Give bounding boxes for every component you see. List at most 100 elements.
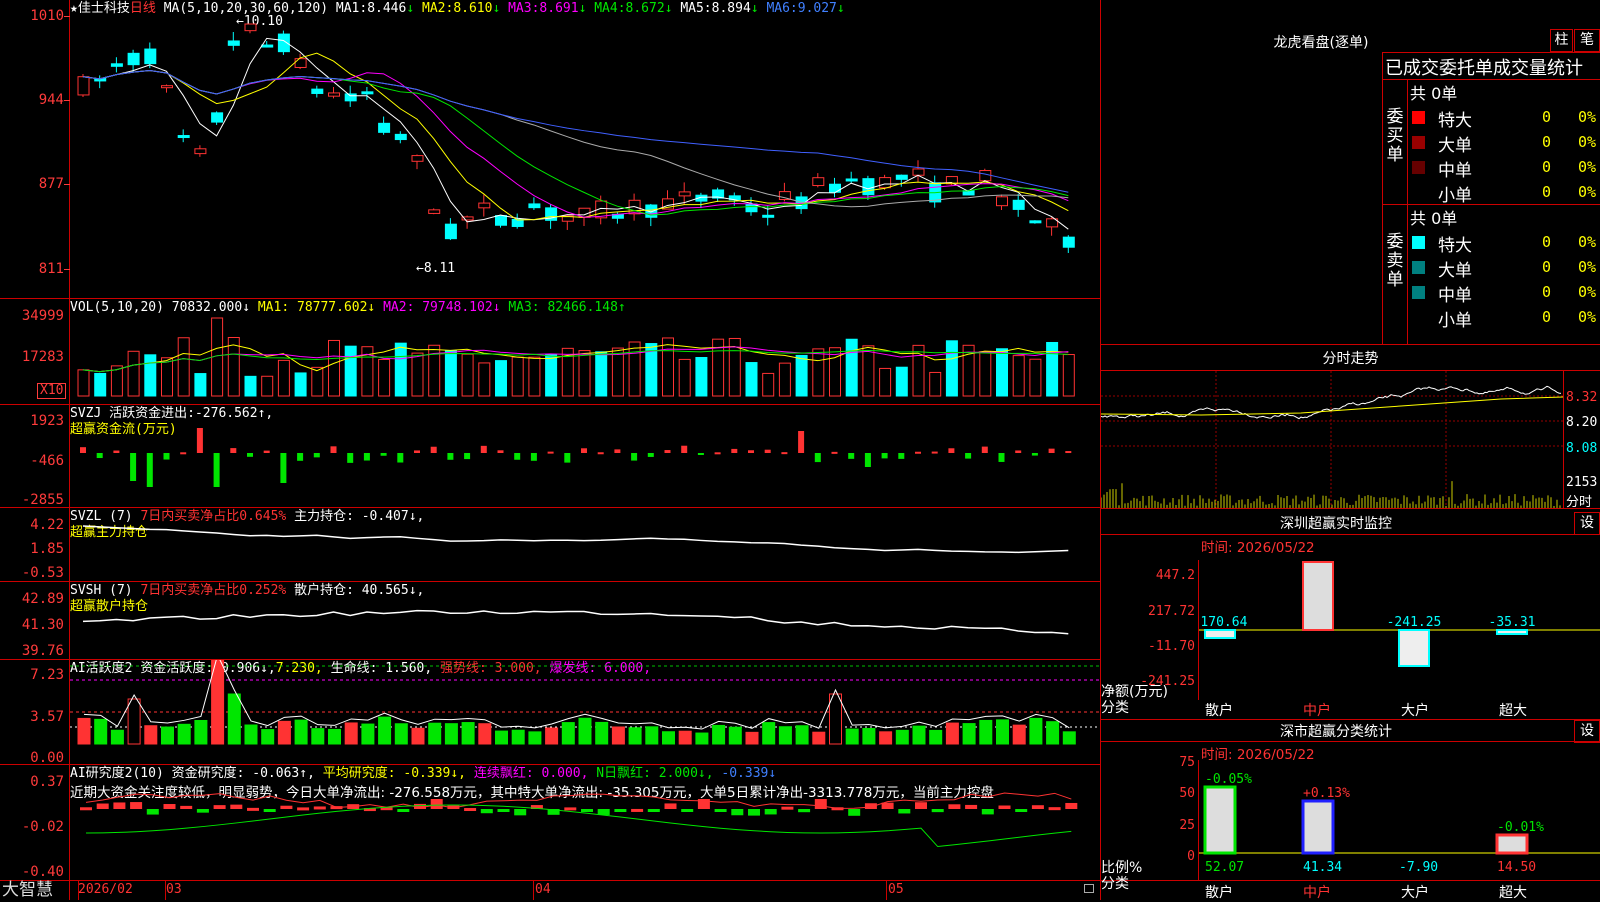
fund-flow-bar xyxy=(163,453,170,460)
candle xyxy=(862,178,875,196)
fund-flow-bar xyxy=(497,450,504,453)
sz-class-settings-button[interactable]: 设 xyxy=(1574,720,1600,743)
net-amount-value: -241.25 xyxy=(1387,615,1442,630)
volume-bar xyxy=(511,356,524,397)
sell-row-count: 0 xyxy=(1542,308,1552,326)
activity-bar xyxy=(662,731,675,745)
candle xyxy=(912,168,925,176)
activity-bar xyxy=(611,726,625,745)
kline-y-label: 877 xyxy=(38,176,64,192)
svzl-chart[interactable] xyxy=(70,508,1100,580)
volume-chart[interactable] xyxy=(70,316,1100,398)
sz-monitor-chart[interactable]: -170.64 447.2 -241.25 -35.31 xyxy=(1199,560,1600,700)
ai-active-y-label: 3.57 xyxy=(30,709,64,725)
vol-unit-badge: X10 xyxy=(37,383,67,399)
activity-bar xyxy=(862,728,876,745)
sz-monitor-settings-button[interactable]: 设 xyxy=(1574,512,1600,535)
research-bar xyxy=(263,809,276,812)
candle xyxy=(261,44,274,48)
svsh-chart[interactable] xyxy=(70,582,1100,658)
sell-row-count: 0 xyxy=(1542,233,1552,251)
activity-bar xyxy=(177,723,191,745)
sz-monitor-y-label: 447.2 xyxy=(1155,568,1195,583)
fund-flow-bar xyxy=(213,453,220,487)
fund-flow-bar xyxy=(1048,448,1055,453)
star-icon[interactable]: ★ xyxy=(70,1,78,16)
activity-bar xyxy=(595,721,609,745)
sz-monitor-y-label: 217.72 xyxy=(1148,604,1195,619)
stock-name[interactable]: 佳士科技 xyxy=(78,1,130,16)
activity-bar xyxy=(127,698,141,745)
activity-bar xyxy=(1062,731,1076,745)
activity-bar xyxy=(895,729,909,745)
research-bar xyxy=(764,809,777,815)
ai-active-chart[interactable] xyxy=(70,660,1100,763)
kline-chart[interactable] xyxy=(70,18,1100,296)
activity-bar xyxy=(328,728,341,745)
sz-monitor-category: 超大 xyxy=(1499,703,1527,719)
ai-research-y-label: -0.40 xyxy=(21,864,64,880)
activity-bar xyxy=(528,731,542,745)
volume-bar xyxy=(778,362,791,397)
candle xyxy=(996,196,1008,207)
period-label[interactable]: 日线 xyxy=(130,1,156,16)
volume-bar xyxy=(328,339,340,397)
research-bar xyxy=(196,809,209,813)
sz-class-chart[interactable]: -0.05% 52.07 +0.13% 41.34 -7.90 -0.01% 14.50 xyxy=(1199,760,1600,880)
candle xyxy=(979,170,992,182)
tick-mode-button[interactable]: 笔 xyxy=(1574,29,1600,52)
fund-flow-bar xyxy=(764,449,771,453)
ai-research-chart[interactable] xyxy=(70,765,1100,879)
kline-y-label: 1010 xyxy=(30,8,64,24)
candle xyxy=(328,92,340,97)
sz-class-category: 超大 xyxy=(1499,885,1527,901)
svsh-y-label: 41.30 xyxy=(21,617,64,633)
sell-row-name: 中单 xyxy=(1438,286,1472,306)
lock-icon[interactable] xyxy=(1084,884,1094,893)
ma3: MA3:8.691↓ xyxy=(508,1,587,16)
activity-bar xyxy=(845,728,859,745)
vol-header: VOL(5,10,20) 70832.000↓ MA1: 78777.602↓ … xyxy=(70,300,626,315)
ratio-bar xyxy=(1203,785,1237,855)
volume-bar xyxy=(144,354,157,397)
buy-row-count: 0 xyxy=(1542,183,1552,201)
activity-bar xyxy=(695,732,709,745)
fund-flow-bar xyxy=(965,453,972,459)
vol-y-label: 17283 xyxy=(21,349,64,365)
research-bar xyxy=(80,807,92,811)
research-bar xyxy=(1065,802,1078,809)
fund-flow-bar xyxy=(898,453,905,459)
main-holding-line xyxy=(82,525,1069,554)
net-amount-value: -170.64 xyxy=(1199,615,1248,630)
lhb-title: 龙虎看盘(逐单) xyxy=(1273,35,1369,51)
bar-mode-button[interactable]: 柱 xyxy=(1550,29,1573,52)
activity-bar xyxy=(762,722,776,745)
ma4: MA4:8.672↓ xyxy=(594,1,673,16)
ratio-change: -0.05% xyxy=(1205,772,1252,787)
buy-row-name: 小单 xyxy=(1438,186,1472,206)
volume-bar xyxy=(795,354,808,397)
activity-bar xyxy=(344,722,358,745)
research-bar xyxy=(731,809,744,816)
order-color-swatch xyxy=(1412,236,1425,249)
fund-flow-bar xyxy=(397,453,404,463)
buy-row-pct: 0% xyxy=(1578,183,1597,201)
volume-bar xyxy=(1062,354,1075,397)
net-amount-bar xyxy=(1302,561,1334,631)
svzj-chart[interactable] xyxy=(70,405,1100,506)
activity-bar xyxy=(394,723,408,745)
net-amount-bar xyxy=(1398,629,1430,667)
intraday-chart[interactable] xyxy=(1101,371,1563,508)
sz-class-category: 大户 xyxy=(1401,885,1429,901)
avg-research-line xyxy=(85,804,1072,848)
category-label: 分类 xyxy=(1101,876,1129,892)
volume-bar xyxy=(161,357,173,397)
activity-bar xyxy=(444,723,458,745)
sell-row-pct: 0% xyxy=(1578,308,1597,326)
research-bar xyxy=(714,809,727,812)
fund-flow-bar xyxy=(915,451,921,454)
fund-flow-bar xyxy=(581,448,587,453)
activity-bar xyxy=(645,726,659,745)
fund-flow-bar xyxy=(330,446,337,453)
fund-flow-bar xyxy=(230,448,237,453)
